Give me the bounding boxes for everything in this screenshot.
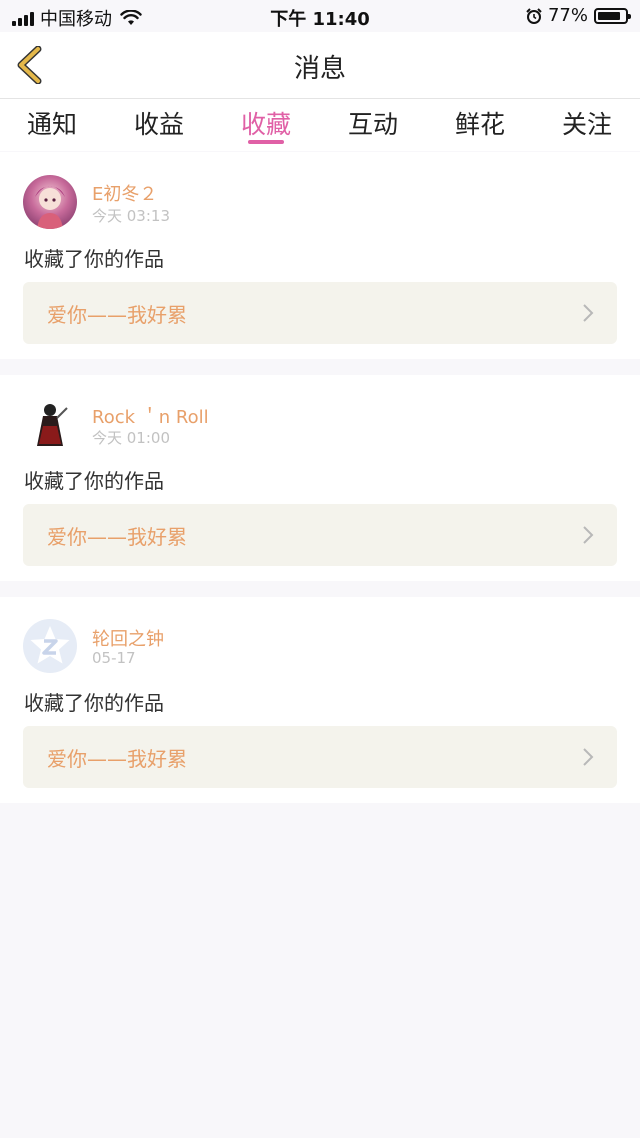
- chevron-right-icon: [583, 526, 594, 544]
- action-text: 收藏了你的作品: [24, 469, 164, 493]
- default-avatar-icon: [30, 626, 70, 664]
- work-title: 爱你——我好累: [47, 303, 187, 327]
- username[interactable]: Rock ＇n Roll: [92, 403, 209, 429]
- action-text: 收藏了你的作品: [24, 691, 164, 715]
- work-link[interactable]: 爱你——我好累: [23, 726, 617, 788]
- work-link[interactable]: 爱你——我好累: [23, 504, 617, 566]
- avatar[interactable]: [23, 619, 77, 673]
- avatar[interactable]: [23, 396, 77, 450]
- work-title: 爱你——我好累: [47, 525, 187, 549]
- favorite-item: Rock ＇n Roll 今天 01:00 收藏了你的作品 爱你——我好累: [0, 375, 640, 581]
- status-right: 77%: [526, 5, 631, 26]
- chevron-right-icon: [583, 304, 594, 322]
- work-title: 爱你——我好累: [47, 747, 187, 771]
- timestamp: 今天 01:00: [92, 429, 170, 447]
- username[interactable]: 轮回之钟: [92, 625, 164, 651]
- anime-avatar-icon: [35, 186, 65, 229]
- tab-interactions[interactable]: 互动: [333, 105, 413, 141]
- timestamp: 05-17: [92, 649, 136, 667]
- tab-flowers[interactable]: 鲜花: [440, 105, 520, 141]
- timestamp: 今天 03:13: [92, 207, 170, 225]
- battery-percent: 77%: [547, 5, 588, 26]
- tab-bar: 通知 收益 收藏 互动 鲜花 关注: [0, 99, 640, 151]
- tab-favorites[interactable]: 收藏: [226, 105, 306, 141]
- favorite-item: 轮回之钟 05-17 收藏了你的作品 爱你——我好累: [0, 597, 640, 803]
- nav-bar: 消息: [0, 32, 640, 99]
- chevron-right-icon: [583, 748, 594, 766]
- favorite-item: E初冬２ 今天 03:13 收藏了你的作品 爱你——我好累: [0, 152, 640, 359]
- action-text: 收藏了你的作品: [24, 247, 164, 271]
- dark-figure-avatar-icon: [37, 404, 68, 446]
- battery-icon: [594, 7, 631, 24]
- active-tab-indicator: [248, 140, 284, 144]
- tab-follows[interactable]: 关注: [547, 105, 627, 141]
- page-title: 消息: [293, 54, 346, 84]
- work-link[interactable]: 爱你——我好累: [23, 282, 617, 344]
- username[interactable]: E初冬２: [92, 180, 157, 206]
- alarm-icon: [526, 7, 542, 24]
- status-bar: 中国移动 下午 11:40 77%: [0, 0, 640, 32]
- tab-earnings[interactable]: 收益: [119, 105, 199, 141]
- tab-notifications[interactable]: 通知: [12, 105, 92, 141]
- avatar[interactable]: [23, 175, 77, 229]
